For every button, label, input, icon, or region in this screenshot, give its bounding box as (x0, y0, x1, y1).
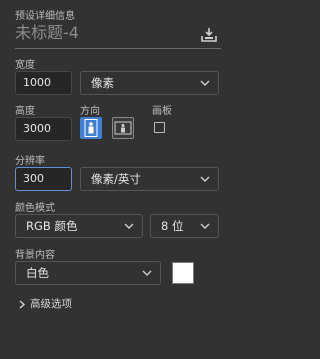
color-mode-label: 颜色模式 (15, 203, 55, 214)
save-preset-icon (201, 28, 217, 42)
portrait-icon (84, 119, 98, 137)
background-select[interactable]: 白色 (15, 261, 161, 285)
save-preset-button[interactable] (200, 27, 218, 43)
artboard-label: 画板 (152, 106, 172, 117)
chevron-down-icon (124, 223, 134, 229)
advanced-options-toggle[interactable]: 高级选项 (18, 296, 72, 311)
resolution-label: 分辨率 (15, 156, 45, 167)
landscape-icon (114, 121, 132, 135)
artboard-checkbox[interactable] (154, 122, 165, 133)
background-label: 背景内容 (15, 250, 55, 261)
resolution-unit-value: 像素/英寸 (91, 172, 141, 186)
color-mode-value: RGB 颜色 (26, 219, 78, 233)
document-name-input[interactable]: 未标题-4 (15, 22, 195, 44)
landscape-orientation-button[interactable] (112, 117, 134, 139)
advanced-options-label: 高级选项 (30, 298, 72, 310)
height-input[interactable]: 3000 (15, 117, 72, 141)
portrait-orientation-button[interactable] (80, 117, 102, 139)
bit-depth-select[interactable]: 8 位 (150, 214, 219, 238)
background-value: 白色 (26, 266, 49, 280)
chevron-down-icon (200, 223, 210, 229)
height-label: 高度 (15, 106, 35, 117)
orientation-label: 方向 (80, 106, 100, 117)
width-unit-value: 像素 (91, 76, 114, 90)
chevron-down-icon (200, 176, 210, 182)
color-mode-select[interactable]: RGB 颜色 (15, 214, 143, 238)
chevron-down-icon (142, 270, 152, 276)
width-input[interactable]: 1000 (15, 71, 72, 95)
resolution-input[interactable]: 300 (15, 167, 72, 191)
preset-details-title: 预设详细信息 (15, 11, 75, 22)
document-name-underline (15, 48, 221, 49)
width-unit-select[interactable]: 像素 (80, 71, 219, 95)
resolution-unit-select[interactable]: 像素/英寸 (80, 167, 219, 191)
bit-depth-value: 8 位 (161, 219, 184, 233)
background-color-swatch[interactable] (172, 262, 194, 284)
width-label: 宽度 (15, 60, 35, 71)
chevron-down-icon (200, 80, 210, 86)
chevron-right-icon (19, 299, 26, 309)
